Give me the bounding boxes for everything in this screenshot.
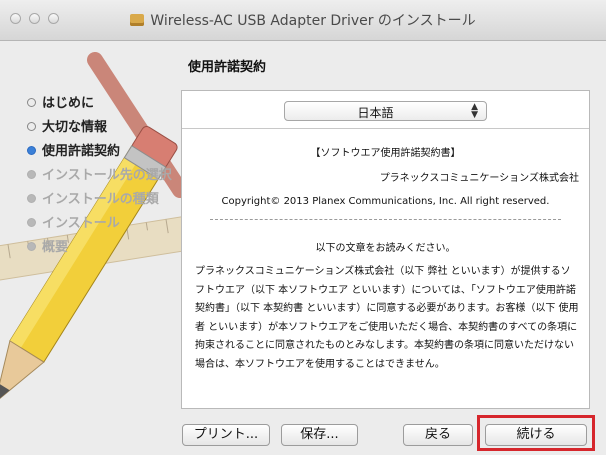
step-introduction: はじめに xyxy=(27,92,172,116)
license-body: プラネックスコミュニケーションズ株式会社（以下 弊社 といいます）が提供するソフ… xyxy=(195,266,579,370)
step-label: はじめに xyxy=(42,96,95,111)
title-bar[interactable]: Wireless-AC USB Adapter Driver のインストール xyxy=(0,0,606,41)
license-text-panel[interactable]: 日本語 ▲ ▼ 【ソフトウエア使用許諾契約書】 プラネックスコミュニケーションズ株… xyxy=(181,90,590,409)
language-select-value: 日本語 xyxy=(357,106,394,120)
divider xyxy=(182,128,589,129)
step-label: インストール xyxy=(42,216,120,231)
package-icon xyxy=(130,14,145,26)
continue-button-highlight xyxy=(477,415,595,451)
license-title: 【ソフトウエア使用許諾契約書】 xyxy=(310,148,461,159)
step-label: 大切な情報 xyxy=(42,120,108,135)
step-active-indicator-icon xyxy=(27,146,36,155)
step-indicator-icon xyxy=(27,170,36,179)
step-label: インストール先の選択 xyxy=(42,168,172,183)
step-read-me: 大切な情報 xyxy=(27,116,172,140)
window-title-text: Wireless-AC USB Adapter Driver のインストール xyxy=(150,13,476,29)
step-label: 概要 xyxy=(42,240,69,255)
step-installation: インストール xyxy=(27,212,172,236)
step-indicator-icon xyxy=(27,242,36,251)
save-button[interactable]: 保存... xyxy=(281,424,358,446)
window-title: Wireless-AC USB Adapter Driver のインストール xyxy=(0,10,606,30)
step-label: インストールの種類 xyxy=(42,192,159,207)
installer-steps: はじめに 大切な情報 使用許諾契約 インストール先の選択 インストールの種類 イ… xyxy=(27,92,172,260)
back-button[interactable]: 戻る xyxy=(403,424,473,446)
dashed-divider xyxy=(210,219,561,220)
language-select[interactable]: 日本語 ▲ ▼ xyxy=(284,101,487,121)
step-indicator-icon xyxy=(27,98,36,107)
installer-window: Wireless-AC USB Adapter Driver のインストール は… xyxy=(0,0,606,455)
license-read-prompt: 以下の文章をお読みください。 xyxy=(315,243,456,254)
select-arrows-icon: ▲ ▼ xyxy=(471,102,478,120)
step-indicator-icon xyxy=(27,122,36,131)
license-copyright: Copyright© 2013 Planex Communications, I… xyxy=(221,196,550,207)
step-destination: インストール先の選択 xyxy=(27,164,172,188)
step-indicator-icon xyxy=(27,194,36,203)
page-title: 使用許諾契約 xyxy=(188,60,267,75)
print-button[interactable]: プリント... xyxy=(182,424,270,446)
step-indicator-icon xyxy=(27,218,36,227)
step-label: 使用許諾契約 xyxy=(42,144,121,159)
step-summary: 概要 xyxy=(27,236,172,260)
step-installation-type: インストールの種類 xyxy=(27,188,172,212)
license-company: プラネックスコミュニケーションズ株式会社 xyxy=(379,173,579,184)
step-license: 使用許諾契約 xyxy=(27,140,172,164)
